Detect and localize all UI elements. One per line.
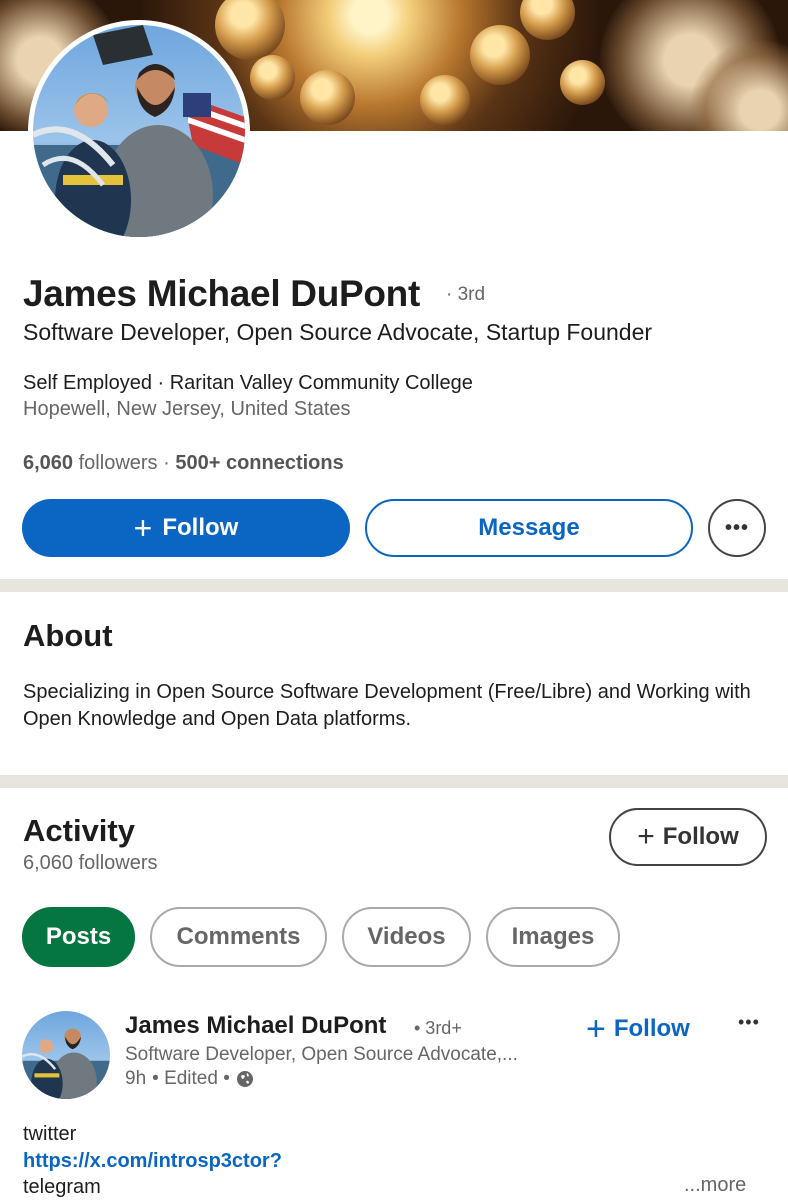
tab-images-label: Images xyxy=(511,923,595,950)
activity-follow-label: Follow xyxy=(662,823,739,850)
post-author-avatar[interactable] xyxy=(22,1011,110,1099)
tab-comments[interactable]: Comments xyxy=(150,907,327,967)
post-author-headline: Software Developer, Open Source Advocate… xyxy=(125,1044,518,1065)
plus-icon: + xyxy=(586,1010,606,1048)
followers-word[interactable]: followers xyxy=(79,452,158,474)
see-more-link[interactable]: ...more xyxy=(684,1174,746,1197)
about-text: Specializing in Open Source Software Dev… xyxy=(23,681,751,730)
post-meta: 9h • Edited • xyxy=(125,1068,254,1090)
post-follow-label: Follow xyxy=(613,1015,690,1042)
more-icon: ••• xyxy=(724,516,749,539)
tab-comments-label: Comments xyxy=(176,923,301,950)
post-author-name[interactable]: James Michael DuPont xyxy=(125,1012,386,1040)
connections-count[interactable]: 500+ connections xyxy=(175,452,343,474)
plus-icon: + xyxy=(133,510,153,546)
section-divider xyxy=(0,579,788,592)
post-edited: • Edited • xyxy=(152,1068,230,1089)
connection-degree: · 3rd xyxy=(446,284,486,305)
followers-count[interactable]: 6,060 xyxy=(23,452,73,474)
post-more-icon[interactable]: ••• xyxy=(738,1012,760,1033)
section-divider xyxy=(0,775,788,788)
avatar-photo xyxy=(22,1028,110,1099)
profile-avatar[interactable] xyxy=(28,20,250,242)
profile-employer[interactable]: Self Employed · Raritan Valley Community… xyxy=(23,372,473,395)
post-link[interactable]: https://x.com/introsp3ctor? xyxy=(23,1150,282,1173)
about-heading: About xyxy=(23,618,113,653)
profile-name: James Michael DuPont xyxy=(23,273,421,314)
message-button-label: Message xyxy=(478,514,580,541)
post-text-line: telegram xyxy=(23,1176,101,1198)
profile-stats: 6,060 followers · 500+ connections xyxy=(23,452,344,475)
post-text-line: twitter xyxy=(23,1123,77,1145)
more-options-button[interactable]: ••• xyxy=(708,499,766,557)
tab-images[interactable]: Images xyxy=(486,907,620,967)
tab-posts[interactable]: Posts xyxy=(22,907,135,967)
post-time: 9h xyxy=(125,1068,147,1089)
plus-icon: + xyxy=(637,820,655,853)
message-button[interactable]: Message xyxy=(365,499,693,557)
follow-button[interactable]: + Follow xyxy=(22,499,350,557)
post-follow-button[interactable]: + Follow xyxy=(586,1012,690,1046)
tab-posts-label: Posts xyxy=(45,923,112,950)
avatar-photo xyxy=(33,25,245,237)
stats-separator: · xyxy=(163,452,170,474)
globe-icon xyxy=(236,1071,253,1087)
follow-button-label: Follow xyxy=(162,514,239,541)
tab-videos-label: Videos xyxy=(367,923,446,950)
post-author-degree: • 3rd+ xyxy=(414,1018,462,1038)
activity-heading: Activity xyxy=(23,813,135,848)
activity-follow-button[interactable]: + Follow xyxy=(609,808,767,866)
profile-headline: Software Developer, Open Source Advocate… xyxy=(23,319,653,345)
tab-videos[interactable]: Videos xyxy=(342,907,471,967)
profile-location: Hopewell, New Jersey, United States xyxy=(23,398,351,420)
activity-followers: 6,060 followers xyxy=(23,852,158,874)
